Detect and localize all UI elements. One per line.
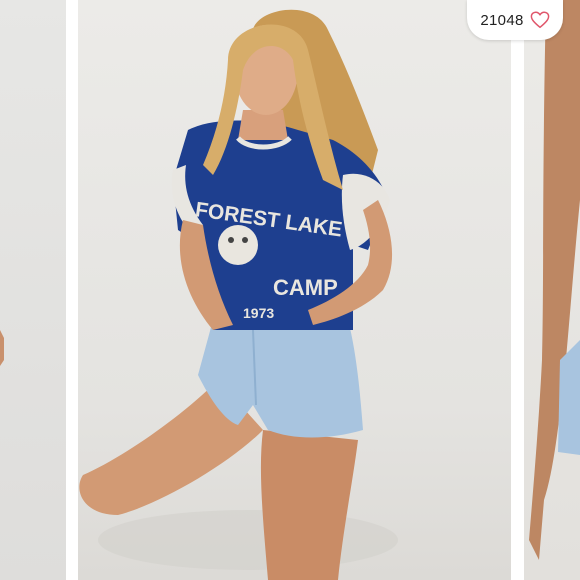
model-photo: FOREST LAKE CAMP 1973 — [79, 9, 398, 580]
carousel-gap — [66, 0, 78, 580]
image-carousel[interactable]: FOREST LAKE CAMP 1973 — [0, 0, 580, 580]
like-button[interactable]: 21048 — [467, 0, 563, 40]
carousel-gap — [511, 0, 524, 580]
shirt-text-line3: 1973 — [243, 305, 274, 321]
previous-photo[interactable] — [0, 0, 66, 580]
next-photo[interactable] — [524, 0, 580, 580]
shirt-text-line2: CAMP — [273, 275, 338, 300]
next-photo-art — [529, 0, 580, 560]
heart-icon — [530, 11, 549, 29]
previous-photo-art — [0, 330, 4, 366]
main-product-photo[interactable]: FOREST LAKE CAMP 1973 — [78, 0, 511, 580]
like-count: 21048 — [480, 11, 524, 29]
